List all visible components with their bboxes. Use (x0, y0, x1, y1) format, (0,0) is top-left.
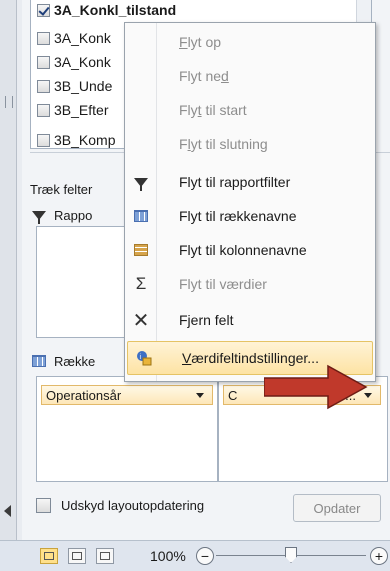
field-item[interactable]: 3B_Komp (37, 130, 116, 148)
report-filter-area-label: Rappo (32, 206, 92, 224)
status-bar: 100% − + (0, 540, 390, 571)
normal-view-button[interactable] (40, 548, 58, 564)
field-checkbox[interactable] (37, 55, 50, 69)
menu-item-move-to-end[interactable]: Flyt til slutning (125, 127, 375, 161)
row-field-chip-label: Operationsår (46, 387, 122, 403)
defer-checkbox[interactable] (36, 498, 51, 513)
filter-icon (125, 177, 157, 191)
row-labels-area-label: Række (32, 352, 95, 370)
left-edge-strip (0, 0, 17, 570)
field-label: 3A_Konkl_tilstand (54, 2, 177, 18)
zoom-level[interactable]: 100% (150, 548, 186, 564)
field-item[interactable]: 3B_Unde (37, 76, 112, 96)
remove-icon: ✕ (132, 309, 150, 332)
menu-item-move-to-values[interactable]: Σ Flyt til værdier (125, 267, 375, 301)
collapse-arrow-icon[interactable] (4, 505, 11, 517)
row-labels-drop-area[interactable]: Operationsår (36, 376, 218, 482)
field-item[interactable]: 3A_Konkl_tilstand (37, 0, 176, 20)
context-menu: Flyt op Flyt ned Flyt til start Flyt til… (124, 22, 376, 382)
field-label: 3B_Komp (54, 132, 116, 148)
field-checkbox[interactable] (37, 31, 50, 45)
grid-icon (44, 552, 54, 560)
field-label: 3A_Konk (54, 54, 111, 70)
field-label: 3A_Konk (54, 30, 111, 46)
menu-item-remove-field[interactable]: ✕ Fjern felt (125, 303, 375, 337)
field-item[interactable]: 3A_Konk (37, 28, 111, 48)
menu-item-move-down[interactable]: Flyt ned (125, 59, 375, 93)
field-checkbox[interactable] (37, 103, 50, 117)
row-labels-label: Række (54, 353, 96, 369)
field-checkbox[interactable] (37, 79, 50, 93)
resize-grip[interactable] (5, 96, 13, 108)
filter-icon (32, 210, 46, 224)
page-icon (72, 552, 82, 560)
drag-fields-label: Træk felter (30, 182, 93, 197)
menu-item-move-to-row-labels[interactable]: Flyt til rækkenavne (125, 199, 375, 233)
menu-item-move-to-start[interactable]: Flyt til start (125, 93, 375, 127)
row-labels-icon (125, 210, 157, 222)
row-field-chip[interactable]: Operationsår (41, 385, 213, 405)
update-button[interactable]: Opdater (293, 494, 381, 522)
page-layout-view-button[interactable] (68, 548, 86, 564)
page-break-icon (100, 552, 110, 560)
zoom-slider-thumb[interactable] (285, 547, 297, 563)
menu-item-move-to-column-labels[interactable]: Flyt til kolonnenavne (125, 233, 375, 267)
field-item[interactable]: 3B_Efter (37, 100, 108, 120)
chevron-down-icon[interactable] (196, 393, 204, 398)
column-labels-icon (125, 244, 157, 256)
zoom-out-button[interactable]: − (196, 547, 214, 565)
field-checkbox[interactable] (37, 3, 50, 17)
value-settings-icon: i (128, 350, 160, 366)
field-item[interactable]: 3A_Konk (37, 52, 111, 72)
defer-layout-update[interactable]: Udskyd layoutopdatering (36, 498, 204, 513)
row-labels-icon (32, 355, 46, 367)
field-label: 3B_Efter (54, 102, 109, 118)
sigma-icon: Σ (135, 274, 147, 293)
annotation-arrow (264, 364, 368, 410)
report-filter-label: Rappo (54, 207, 93, 223)
defer-label: Udskyd layoutopdatering (61, 498, 205, 513)
field-label: 3B_Unde (54, 78, 113, 94)
page-break-view-button[interactable] (96, 548, 114, 564)
zoom-in-button[interactable]: + (370, 547, 388, 565)
field-checkbox[interactable] (37, 133, 50, 147)
value-field-chip-label: C (228, 387, 238, 403)
menu-item-move-up[interactable]: Flyt op (125, 25, 375, 59)
menu-item-move-to-report-filter[interactable]: Flyt til rapportfilter (125, 165, 375, 199)
